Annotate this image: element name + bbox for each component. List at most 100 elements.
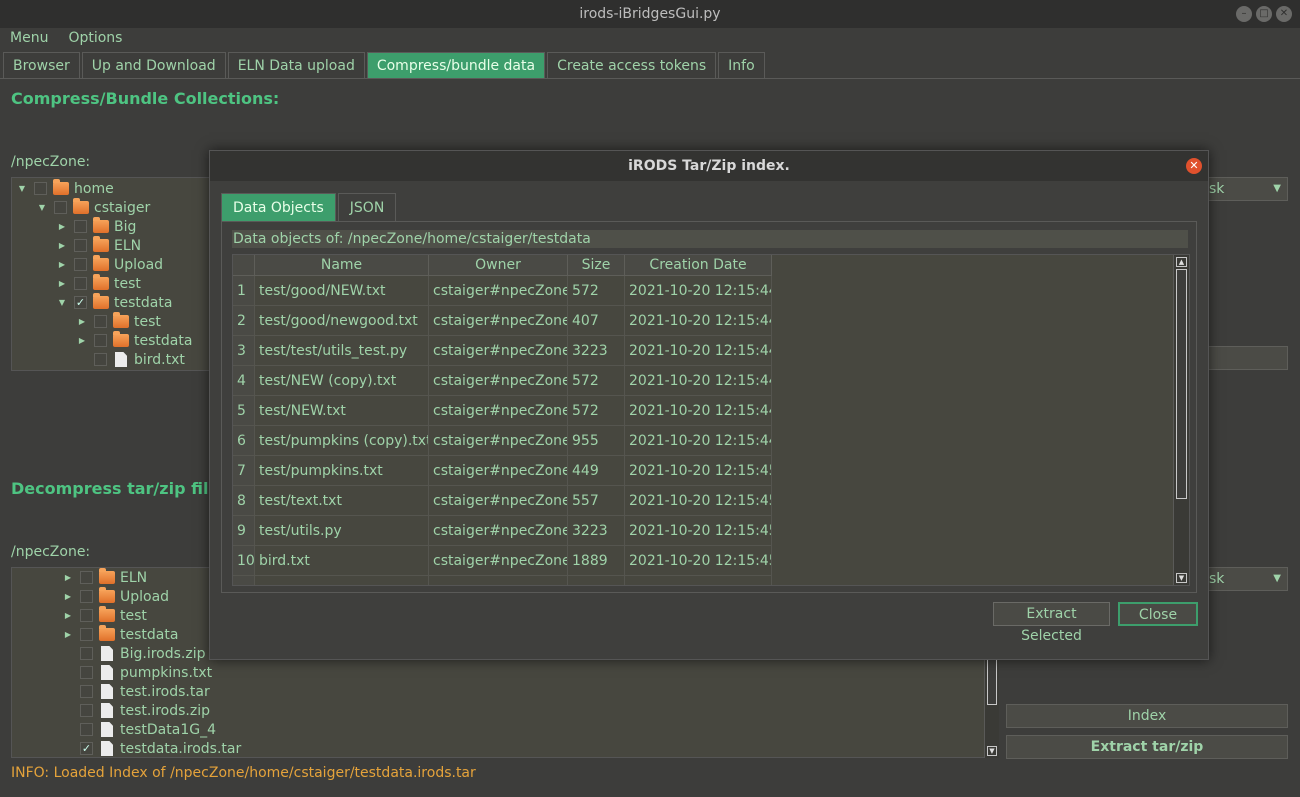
tab-eln-data-upload[interactable]: ELN Data upload	[227, 52, 365, 79]
tree-item[interactable]: ▶ Upload	[62, 587, 169, 606]
tree-checkbox[interactable]	[80, 590, 93, 603]
table-row[interactable]: 5 test/NEW.txt cstaiger#npecZone 572 2021-10…	[233, 396, 772, 426]
table-row[interactable]: 1 test/good/NEW.txt cstaiger#npecZone 572 20…	[233, 276, 772, 306]
expand-right-icon[interactable]: ▶	[56, 241, 68, 250]
tree-checkbox[interactable]	[94, 334, 107, 347]
maximize-icon[interactable]: □	[1256, 6, 1272, 22]
expand-down-icon[interactable]: ▼	[36, 203, 48, 212]
tree-checkbox[interactable]	[80, 628, 93, 641]
row-index[interactable]: 8	[233, 486, 255, 516]
expand-right-icon[interactable]: ▶	[76, 317, 88, 326]
table-row[interactable]: 10 bird.txt cstaiger#npecZone 1889 2021-10-2…	[233, 546, 772, 576]
compress-resource-combo[interactable]: sk ▼	[1206, 177, 1288, 201]
decompress-resource-combo[interactable]: sk ▼	[1206, 567, 1288, 591]
tree-item[interactable]: ✓ testdata.irods.tar	[62, 739, 241, 757]
tree-checkbox[interactable]	[74, 258, 87, 271]
tab-create-access-tokens[interactable]: Create access tokens	[547, 52, 717, 79]
tree-item[interactable]: ▶ ELN	[62, 568, 147, 587]
tree-item[interactable]: ▶ Upload	[56, 255, 163, 274]
dialog-close-icon[interactable]: ✕	[1186, 158, 1202, 174]
tree-checkbox[interactable]	[74, 220, 87, 233]
scroll-down-icon[interactable]: ▼	[1176, 573, 1187, 583]
table-row-partial[interactable]	[233, 576, 772, 585]
tab-up-and-download[interactable]: Up and Download	[81, 52, 226, 79]
table-row[interactable]: 3 test/test/utils_test.py cstaiger#npecZon…	[233, 336, 772, 366]
tab-data-objects[interactable]: Data Objects	[221, 193, 336, 221]
tree-checkbox[interactable]	[94, 315, 107, 328]
tree-checkbox[interactable]	[74, 239, 87, 252]
column-header-name[interactable]: Name	[255, 255, 429, 276]
tree-checkbox[interactable]	[80, 647, 93, 660]
decompress-tree-scrollbar[interactable]: ▼	[984, 655, 999, 758]
tree-item[interactable]: bird.txt	[76, 350, 185, 369]
tree-item[interactable]: ▶ ELN	[56, 236, 141, 255]
table-row[interactable]: 8 test/text.txt cstaiger#npecZone 557 2021-1…	[233, 486, 772, 516]
expand-right-icon[interactable]: ▶	[62, 592, 74, 601]
tree-item[interactable]: ▼ cstaiger	[36, 198, 150, 217]
tab-json[interactable]: JSON	[337, 193, 397, 221]
minimize-icon[interactable]: –	[1236, 6, 1252, 22]
compress-action-button[interactable]	[1206, 346, 1288, 370]
row-index[interactable]: 9	[233, 516, 255, 546]
tree-checkbox[interactable]: ✓	[80, 742, 93, 755]
tree-item[interactable]: pumpkins.txt	[62, 663, 212, 682]
tree-item[interactable]: ▶ Big	[56, 217, 136, 236]
tree-checkbox[interactable]	[80, 571, 93, 584]
tree-checkbox[interactable]	[74, 277, 87, 290]
row-index[interactable]: 4	[233, 366, 255, 396]
expand-right-icon[interactable]: ▶	[62, 573, 74, 582]
extract-selected-button[interactable]: Extract Selected	[993, 602, 1110, 644]
scrollbar-thumb[interactable]	[1176, 269, 1187, 499]
tree-item[interactable]: test.irods.zip	[62, 701, 210, 720]
expand-down-icon[interactable]: ▼	[56, 298, 68, 307]
menu-item-menu[interactable]: Menu	[0, 28, 58, 50]
tree-item[interactable]: test.irods.tar	[62, 682, 210, 701]
data-objects-table[interactable]: Name Owner Size Creation Date 1 test/good…	[232, 254, 1190, 586]
expand-right-icon[interactable]: ▶	[62, 611, 74, 620]
tree-item[interactable]: Big.irods.zip	[62, 644, 206, 663]
row-index[interactable]: 3	[233, 336, 255, 366]
tree-item[interactable]: ▶ test	[62, 606, 147, 625]
index-button[interactable]: Index	[1006, 704, 1288, 728]
tree-checkbox[interactable]	[54, 201, 67, 214]
tab-info[interactable]: Info	[718, 52, 765, 79]
expand-right-icon[interactable]: ▶	[56, 279, 68, 288]
tree-checkbox[interactable]	[34, 182, 47, 195]
tree-checkbox[interactable]	[80, 704, 93, 717]
tree-item[interactable]: ▼ ✓ testdata	[56, 293, 172, 312]
table-scrollbar[interactable]: ▲ ▼	[1173, 255, 1189, 585]
row-index[interactable]: 7	[233, 456, 255, 486]
row-index[interactable]: 5	[233, 396, 255, 426]
scroll-up-icon[interactable]: ▲	[1176, 257, 1187, 267]
tree-item[interactable]: ▶ test	[56, 274, 141, 293]
tree-checkbox[interactable]	[80, 723, 93, 736]
tree-checkbox[interactable]	[80, 609, 93, 622]
expand-down-icon[interactable]: ▼	[16, 184, 28, 193]
table-row[interactable]: 2 test/good/newgood.txt cstaiger#npecZone 4…	[233, 306, 772, 336]
scrollbar-thumb[interactable]	[987, 657, 997, 705]
row-index[interactable]: 10	[233, 546, 255, 576]
column-header-size[interactable]: Size	[568, 255, 625, 276]
row-index[interactable]: 2	[233, 306, 255, 336]
row-index[interactable]: 1	[233, 276, 255, 306]
column-header-creation-date[interactable]: Creation Date	[625, 255, 772, 276]
tab-compress-bundle-data[interactable]: Compress/bundle data	[366, 52, 546, 79]
expand-right-icon[interactable]: ▶	[76, 336, 88, 345]
tree-item[interactable]: ▶ test	[76, 312, 161, 331]
tree-item[interactable]: testData1G_4	[62, 720, 216, 739]
row-index[interactable]: 6	[233, 426, 255, 456]
dialog-close-button[interactable]: Close	[1118, 602, 1198, 626]
tree-checkbox[interactable]	[80, 685, 93, 698]
expand-right-icon[interactable]: ▶	[56, 222, 68, 231]
column-header-owner[interactable]: Owner	[429, 255, 568, 276]
table-row[interactable]: 7 test/pumpkins.txt cstaiger#npecZone 449 20…	[233, 456, 772, 486]
extract-tar-zip-button[interactable]: Extract tar/zip	[1006, 735, 1288, 759]
compress-collection-tree[interactable]: ▼ home ▼ cstaiger ▶ Big ▶ ELN ▶ Upload ▶ test ▼ ✓ test…	[11, 177, 211, 371]
tree-checkbox[interactable]	[80, 666, 93, 679]
table-row[interactable]: 6 test/pumpkins (copy).txt cstaiger#npecZo…	[233, 426, 772, 456]
tree-checkbox[interactable]: ✓	[74, 296, 87, 309]
scroll-down-icon[interactable]: ▼	[987, 746, 997, 756]
table-row[interactable]: 9 test/utils.py cstaiger#npecZone 3223 2021-…	[233, 516, 772, 546]
menu-item-options[interactable]: Options	[58, 28, 132, 50]
expand-right-icon[interactable]: ▶	[62, 630, 74, 639]
